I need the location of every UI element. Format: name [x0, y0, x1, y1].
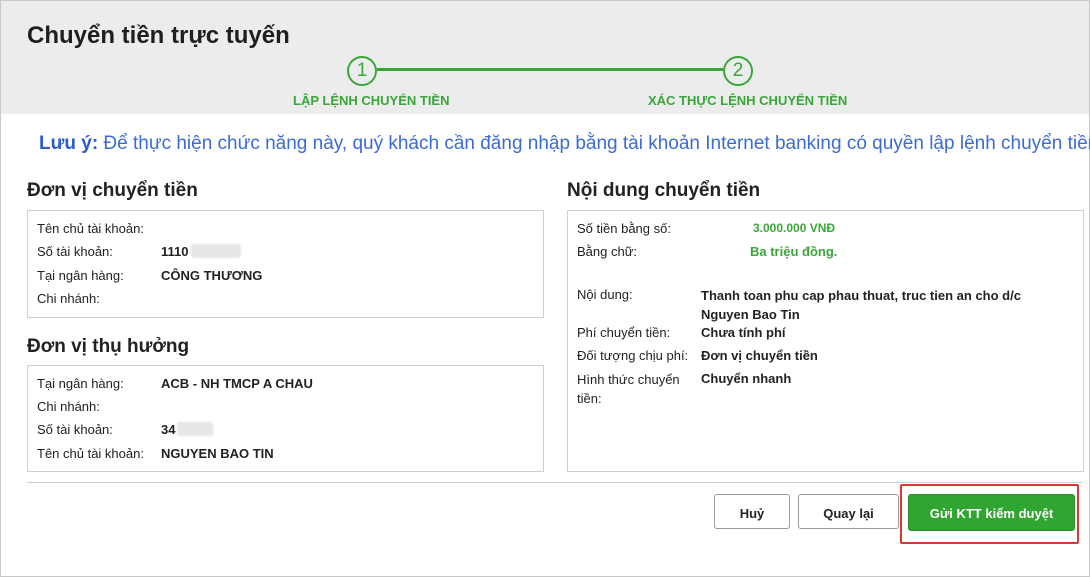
content-info-box: Số tiền bằng số: 3.000.000 VNĐ Bằng chữ:…: [567, 210, 1084, 472]
beneficiary-bank-label: Tại ngân hàng:: [37, 376, 124, 391]
step-1-circle: 1: [347, 56, 377, 86]
sender-account-number-value: 1110: [161, 244, 189, 259]
amount-words-value: Ba triệu đồng.: [750, 244, 838, 259]
transfer-type-value: Chuyển nhanh: [701, 371, 792, 386]
redacted-mask: [190, 244, 241, 258]
amount-words-label: Bằng chữ:: [577, 244, 638, 259]
beneficiary-section-title: Đơn vị thụ hưởng: [27, 336, 190, 357]
fee-payer-value: Đơn vị chuyển tiền: [701, 348, 818, 363]
redacted-mask: [177, 422, 214, 436]
footer-divider: [27, 482, 1083, 483]
step-2-label: XÁC THỰC LỆNH CHUYỂN TIỀN: [648, 93, 848, 108]
cancel-button[interactable]: Huỷ: [714, 494, 790, 529]
sender-account-holder-label: Tên chủ tài khoản:: [37, 221, 144, 236]
sender-account-number: 1110: [161, 244, 241, 259]
stepper-connector: [377, 68, 723, 71]
highlight-outline: [900, 484, 1079, 544]
notice-text: Lưu ý: Để thực hiện chức năng này, quý k…: [39, 133, 1090, 155]
amount-number-label: Số tiền bằng số:: [577, 221, 671, 236]
beneficiary-account-number-label: Số tài khoản:: [37, 422, 113, 437]
step-1-label: LẬP LỆNH CHUYỂN TIỀN: [293, 93, 450, 108]
beneficiary-account-number-value: 34: [161, 422, 176, 437]
fee-value: Chưa tính phí: [701, 325, 786, 340]
description-value: Thanh toan phu cap phau thuat, truc tien…: [701, 288, 1021, 322]
sender-section-title: Đơn vị chuyển tiền: [27, 180, 198, 201]
transfer-type-label: Hình thức chuyển tiền:: [577, 372, 680, 406]
sender-bank-label: Tại ngân hàng:: [37, 268, 124, 283]
page-title: Chuyển tiền trực tuyến: [27, 22, 290, 49]
back-button[interactable]: Quay lại: [798, 494, 899, 529]
notice-prefix: Lưu ý:: [39, 133, 99, 154]
beneficiary-account-number: 34: [161, 422, 214, 437]
step-2-circle: 2: [723, 56, 753, 86]
sender-account-number-label: Số tài khoản:: [37, 244, 113, 259]
beneficiary-account-holder-value: NGUYEN BAO TIN: [161, 446, 274, 461]
header-band: [1, 1, 1089, 114]
beneficiary-bank-value: ACB - NH TMCP A CHAU: [161, 376, 313, 391]
content-section-title: Nội dung chuyển tiền: [567, 180, 761, 201]
fee-payer-label: Đối tượng chịu phí:: [577, 348, 689, 363]
fee-label: Phí chuyển tiền:: [577, 325, 671, 340]
beneficiary-info-box: Tại ngân hàng: ACB - NH TMCP A CHAU Chi …: [27, 365, 544, 472]
notice-body: Để thực hiện chức năng này, quý khách cầ…: [98, 133, 1090, 154]
sender-branch-label: Chi nhánh:: [37, 291, 100, 306]
sender-info-box: Tên chủ tài khoản: Số tài khoản: 1110 Tạ…: [27, 210, 544, 318]
beneficiary-account-holder-label: Tên chủ tài khoản:: [37, 446, 144, 461]
amount-number-value: 3.000.000 VNĐ: [753, 221, 836, 235]
description-label: Nội dung:: [577, 287, 633, 302]
sender-bank-value: CÔNG THƯƠNG: [161, 268, 263, 283]
beneficiary-branch-label: Chi nhánh:: [37, 399, 100, 414]
